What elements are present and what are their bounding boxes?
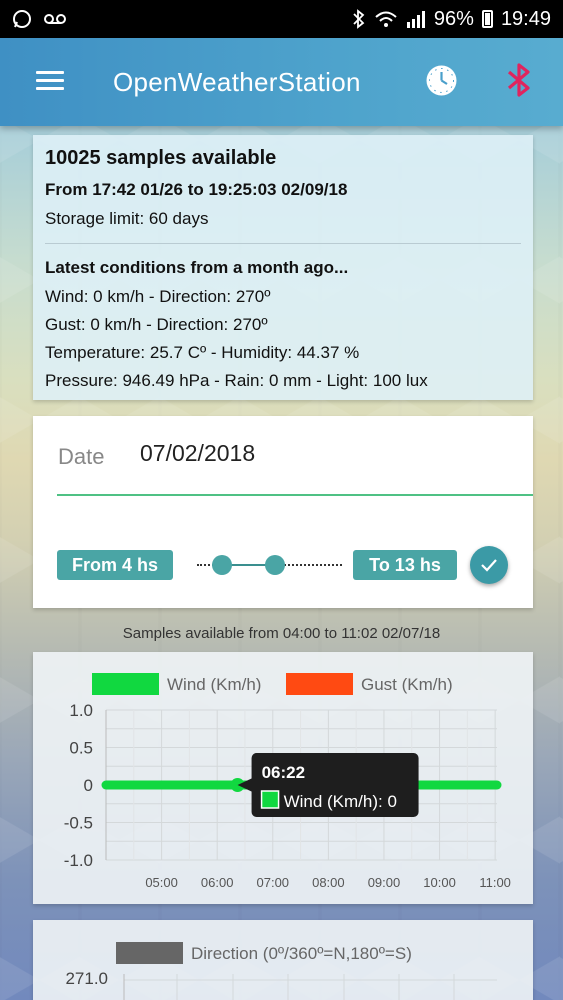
x-tick-label: 10:00: [423, 875, 456, 890]
x-tick-label: 08:00: [312, 875, 345, 890]
storage-limit: Storage limit: 60 days: [45, 209, 209, 228]
wind-chart[interactable]: Wind (Km/h) Gust (Km/h) 1.0 0.5 0 -0.5 -1.0 05:…: [33, 652, 533, 904]
range-end-handle[interactable]: [265, 555, 285, 575]
signal-icon: [406, 11, 425, 28]
tooltip-time: 06:22: [262, 763, 305, 782]
latest-temperature: Temperature: 25.7 Cº - Humidity: 44.37 %: [45, 343, 360, 362]
status-bar: 96% 19:49: [0, 0, 563, 38]
y-tick-label: 0.5: [69, 739, 93, 758]
tooltip-value: Wind (Km/h): 0: [284, 792, 397, 811]
from-hour-button[interactable]: From 4 hs: [57, 550, 173, 580]
y-tick-label: 271.0: [65, 969, 108, 988]
latest-gust: Gust: 0 km/h - Direction: 270º: [45, 315, 268, 334]
info-card: 10025 samples available From 17:42 01/26…: [33, 135, 533, 400]
legend-swatch: [116, 942, 183, 964]
voicemail-icon: [44, 14, 66, 24]
date-field[interactable]: [140, 440, 500, 467]
bluetooth-icon[interactable]: [504, 62, 534, 98]
x-tick-label: 11:00: [479, 875, 511, 890]
direction-chart[interactable]: Direction (0º/360º=N,180º=S) 271.0: [33, 920, 533, 1000]
x-tick-label: 05:00: [145, 875, 178, 890]
wifi-icon: [375, 11, 397, 27]
date-label: Date: [58, 444, 105, 469]
y-tick-label: -1.0: [64, 851, 93, 870]
direction-chart-card: Direction (0º/360º=N,180º=S) 271.0: [33, 920, 533, 1000]
x-tick-label: 07:00: [257, 875, 290, 890]
date-underline: [57, 494, 533, 496]
y-tick-label: -0.5: [64, 814, 93, 833]
y-tick-label: 1.0: [69, 701, 93, 720]
samples-count: 10025 samples available: [45, 147, 277, 169]
latest-conditions-title: Latest conditions from a month ago...: [45, 258, 349, 277]
app-bar: OpenWeatherStation: [0, 38, 563, 126]
legend-label: Direction (0º/360º=N,180º=S): [191, 944, 412, 963]
legend-label: Gust (Km/h): [361, 675, 453, 694]
confirm-button[interactable]: [470, 546, 508, 584]
check-icon: [481, 559, 497, 572]
battery-icon: [481, 10, 493, 28]
legend-label: Wind (Km/h): [167, 675, 261, 694]
menu-icon[interactable]: [36, 71, 64, 91]
y-tick-label: 0: [84, 776, 93, 795]
range-start-handle[interactable]: [212, 555, 232, 575]
samples-range: From 17:42 01/26 to 19:25:03 02/09/18: [45, 180, 348, 199]
clock-icon[interactable]: [425, 64, 458, 97]
wind-chart-card: Wind (Km/h) Gust (Km/h) 1.0 0.5 0 -0.5 -1.0 05:…: [33, 652, 533, 904]
divider: [45, 243, 521, 244]
latest-pressure: Pressure: 946.49 hPa - Rain: 0 mm - Ligh…: [45, 371, 428, 390]
bluetooth-icon: [353, 9, 365, 29]
latest-wind: Wind: 0 km/h - Direction: 270º: [45, 287, 271, 306]
legend-swatch: [286, 673, 353, 695]
clock-time: 19:49: [500, 7, 551, 30]
whatsapp-icon: [13, 10, 31, 28]
legend-swatch: [92, 673, 159, 695]
x-tick-label: 09:00: [368, 875, 401, 890]
date-card: Date From 4 hs To 13 hs: [33, 416, 533, 608]
app-title: OpenWeatherStation: [113, 67, 361, 97]
samples-available-note: Samples available from 04:00 to 11:02 02…: [122, 625, 441, 642]
x-tick-label: 06:00: [201, 875, 234, 890]
battery-percent: 96%: [433, 7, 474, 30]
tooltip-swatch: [260, 790, 280, 809]
to-hour-button[interactable]: To 13 hs: [353, 550, 457, 580]
